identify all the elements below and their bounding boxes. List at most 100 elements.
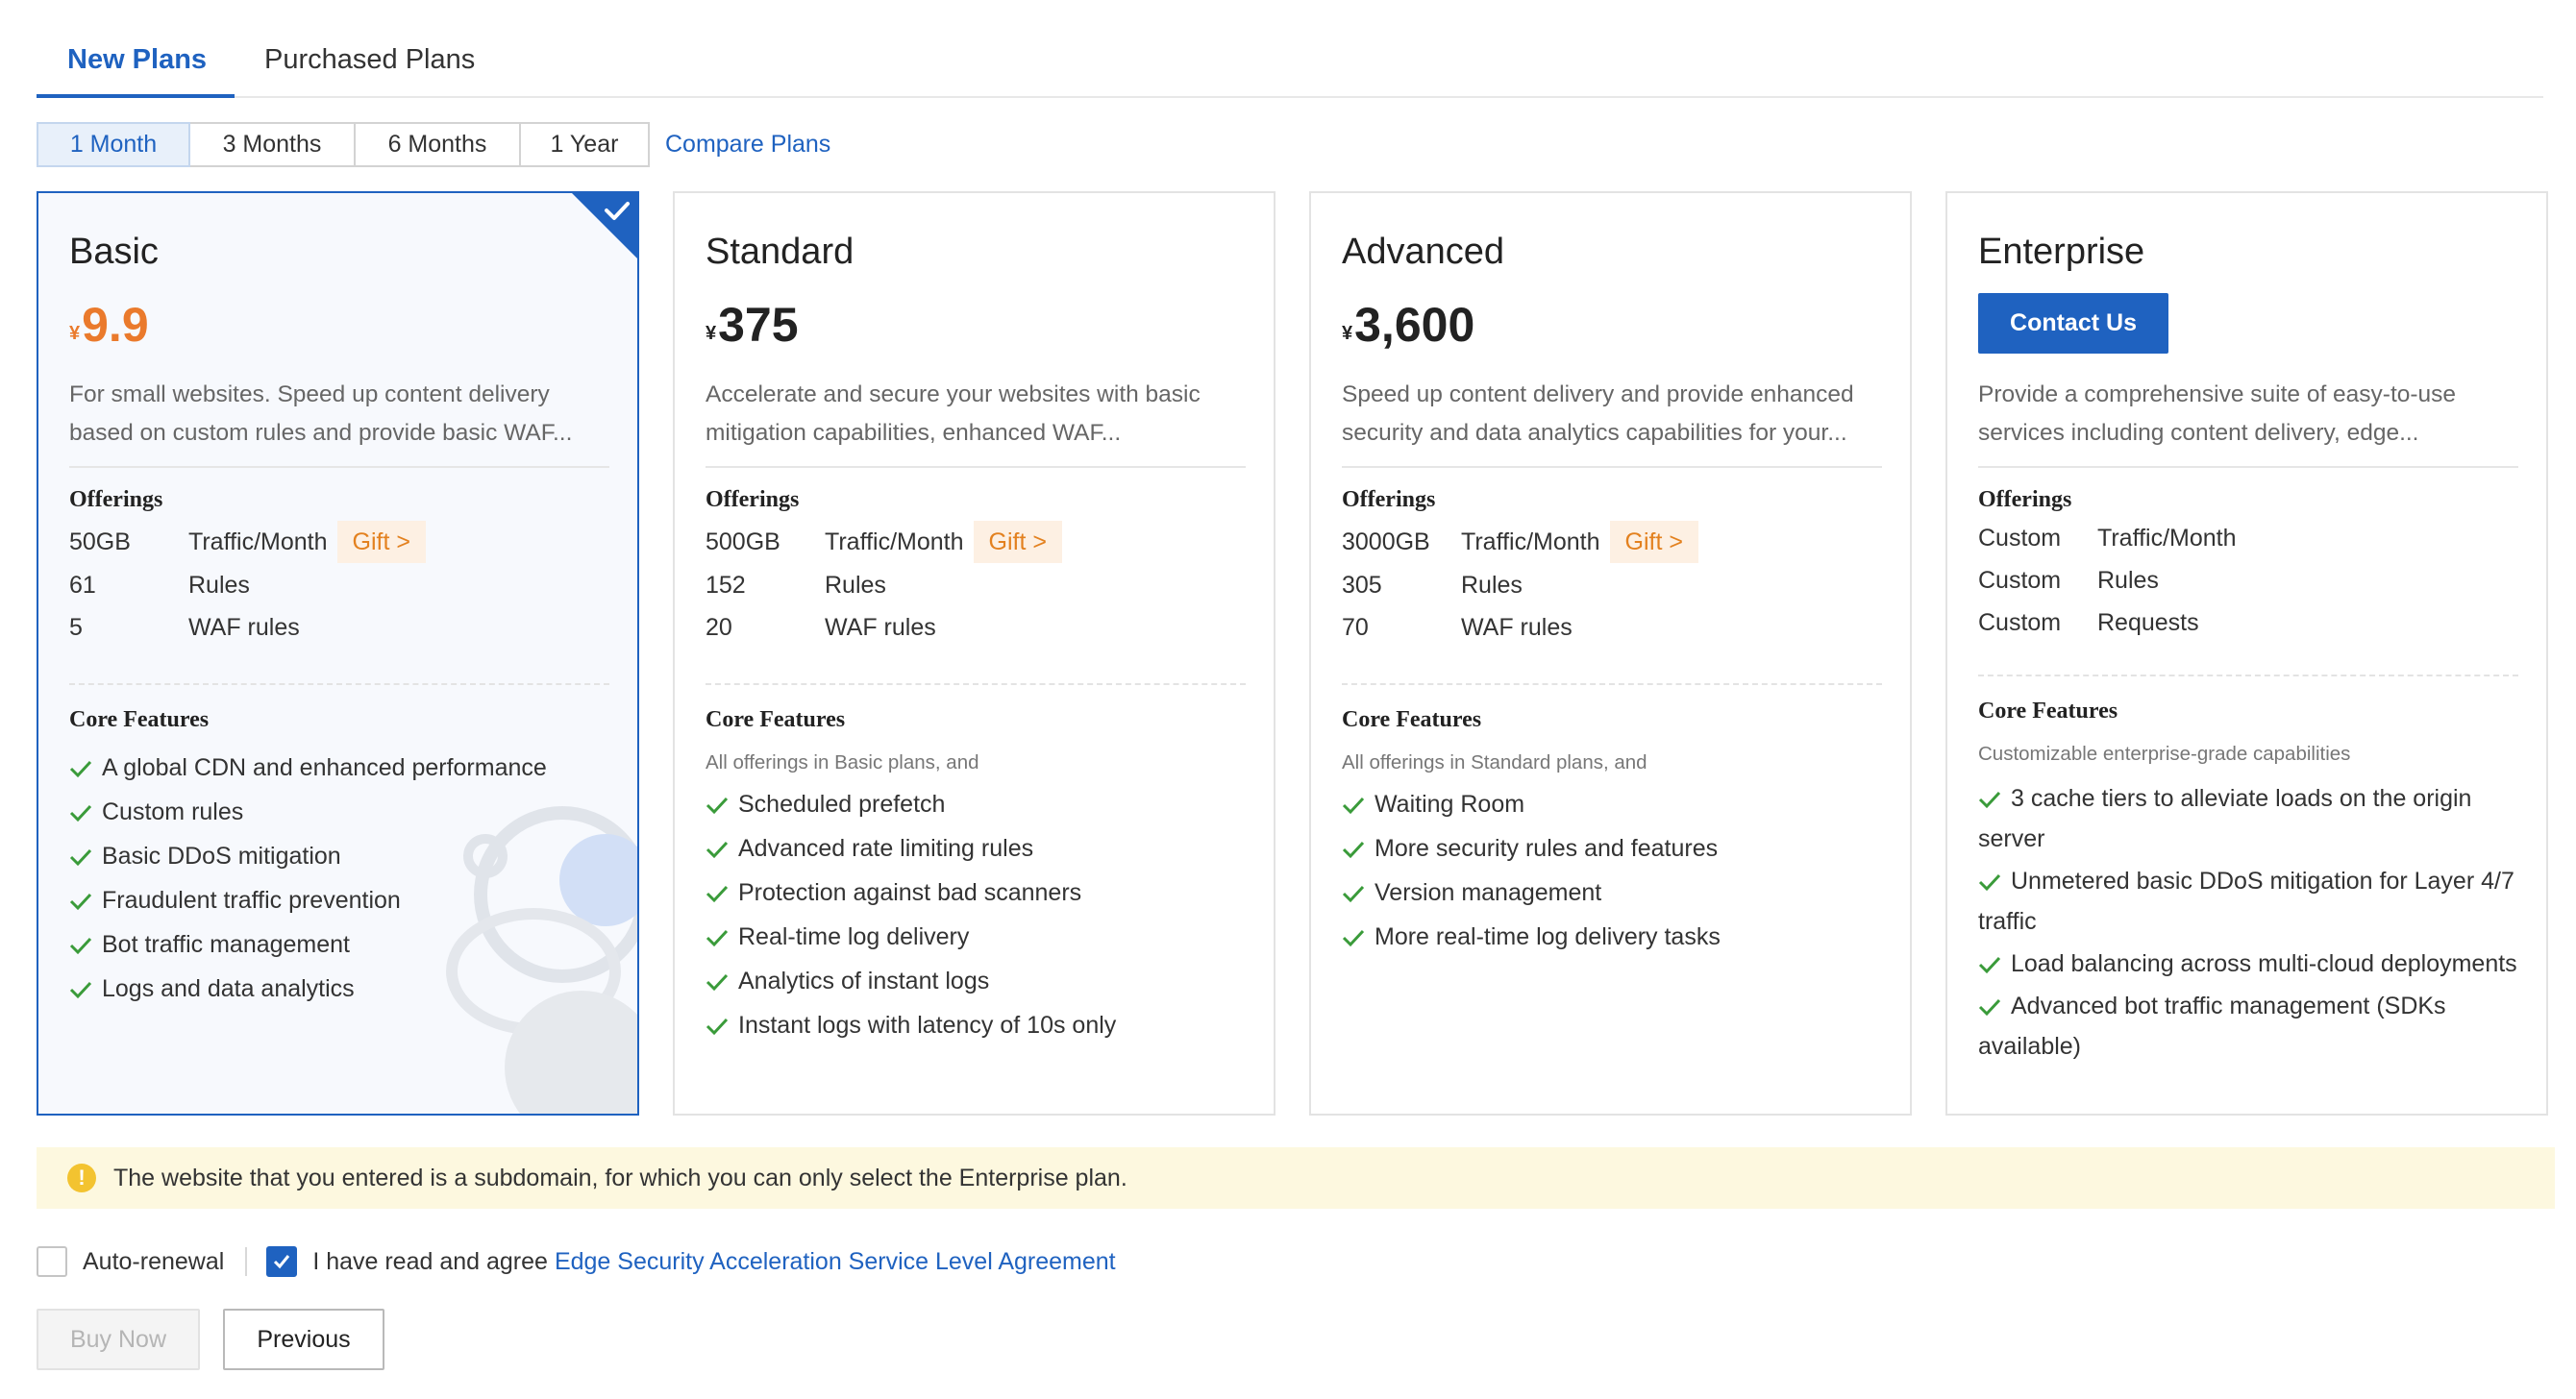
feature-item: 3 cache tiers to alleviate loads on the … [1978,785,2472,852]
checkmark-icon [1342,929,1365,947]
buy-now-button[interactable]: Buy Now [37,1309,200,1370]
offering-value: 305 [1342,571,1382,599]
offering-rules: 61 Rules [69,564,250,606]
period-1-month[interactable]: 1 Month [37,122,190,167]
offering-traffic: 50GB Traffic/Month Gift > [69,521,426,563]
offering-value: 50GB [69,528,131,555]
tab-purchased-plans[interactable]: Purchased Plans [264,44,475,76]
offering-label: WAF rules [188,613,300,641]
plan-name: Enterprise [1978,232,2145,272]
offering-label: Rules [2097,566,2159,594]
tab-new-plans[interactable]: New Plans [67,44,207,76]
offering-value: Custom [1978,608,2062,636]
price-amount: 375 [718,298,799,352]
features-note: All offerings in Basic plans, and [706,751,979,773]
description-line: Provide a comprehensive suite of easy-to… [1978,381,2457,407]
description-line: services including content delivery, edg… [1978,420,2419,446]
offering-label: WAF rules [1461,613,1573,641]
offerings-title: Offerings [1978,487,2072,512]
offering-value: 20 [706,613,732,641]
plan-name: Advanced [1342,232,1505,272]
offering-waf-rules: 70 WAF rules [1342,606,1573,649]
divider [1342,466,1882,468]
offering-label: Traffic/Month [825,528,964,555]
checkmark-icon [1978,998,2001,1017]
plan-description: Speed up content delivery and provide en… [1342,376,1882,453]
feature-item: More security rules and features [1342,826,1882,871]
price-amount: 9.9 [82,298,149,352]
notice-text: The website that you entered is a subdom… [113,1164,1127,1191]
period-1-year[interactable]: 1 Year [519,122,650,167]
auto-renewal-checkbox[interactable] [37,1246,67,1277]
feature-item: Real-time log delivery [706,915,1246,959]
offering-label: Rules [825,571,886,599]
description-line: Speed up content delivery and provide en… [1342,381,1854,407]
plan-price: ¥3,600 [1342,297,1474,353]
gift-button[interactable]: Gift > [336,521,426,563]
core-features-title: Core Features [1342,707,1482,732]
offering-value: 3000GB [1342,528,1430,555]
gift-button[interactable]: Gift > [1609,521,1698,563]
plan-name: Basic [69,232,159,272]
feature-item: Advanced rate limiting rules [706,826,1246,871]
feature-item: Waiting Room [1342,782,1882,826]
description-line: based on custom rules and provide basic … [69,420,573,446]
period-6-months[interactable]: 6 Months [354,122,521,167]
checkmark-icon [706,885,729,903]
offering-rules: 152 Rules [706,564,886,606]
feature-item: Bot traffic management [69,922,609,967]
previous-button[interactable]: Previous [223,1309,384,1370]
price-amount: 3,600 [1354,298,1475,352]
offering-rules: 305 Rules [1342,564,1523,606]
core-features-title: Core Features [1978,699,2118,724]
agree-checkbox[interactable] [266,1246,298,1277]
plan-selection-page: New Plans Purchased Plans 1 Month 3 Mont… [0,0,2576,1399]
offering-label: WAF rules [825,613,936,641]
checkmark-icon [706,973,729,992]
plan-card-advanced[interactable]: Advanced ¥3,600 Speed up content deliver… [1309,191,1912,1116]
contact-us-button[interactable]: Contact Us [1978,293,2168,354]
checkmark-icon [69,760,92,778]
sla-link[interactable]: Edge Security Acceleration Service Level… [555,1248,1116,1276]
plan-card-standard[interactable]: Standard ¥375 Accelerate and secure your… [673,191,1276,1116]
feature-item: Basic DDoS mitigation [69,834,609,878]
checkmark-icon [1342,797,1365,815]
offering-label: Traffic/Month [2097,524,2237,552]
plan-description: Accelerate and secure your websites with… [706,376,1246,453]
offering-traffic: 500GB Traffic/Month Gift > [706,521,1062,563]
dashed-divider [1342,683,1882,685]
divider [69,466,609,468]
plan-description: For small websites. Speed up content del… [69,376,609,453]
agree-text: I have read and agree [312,1247,548,1275]
feature-item: Fraudulent traffic prevention [69,878,609,922]
checkmark-icon [1978,956,2001,974]
offering-label: Rules [188,571,250,599]
description-line: For small websites. Speed up content del… [69,381,550,407]
tab-label: Purchased Plans [264,44,476,75]
offering-waf-rules: 5 WAF rules [69,606,300,649]
currency-symbol: ¥ [706,323,717,344]
offering-label: Traffic/Month [1461,528,1600,555]
offerings-title: Offerings [706,487,800,512]
agreement-row: Auto-renewal I have read and agree Edge … [37,1245,1116,1278]
compare-plans-link[interactable]: Compare Plans [665,131,830,159]
feature-item: Custom rules [69,790,609,834]
gift-button[interactable]: Gift > [973,521,1062,563]
auto-renewal-label: Auto-renewal [83,1247,225,1275]
core-features-title: Core Features [706,707,846,732]
plan-card-basic[interactable]: Basic ¥9.9 For small websites. Speed up … [37,191,639,1116]
plan-card-enterprise[interactable]: Enterprise Contact Us Provide a comprehe… [1945,191,2548,1116]
selected-corner-check-icon [572,193,637,258]
features-note: All offerings in Standard plans, and [1342,751,1647,773]
description-line: Accelerate and secure your websites with… [706,381,1201,407]
offerings-title: Offerings [1342,487,1436,512]
plan-price: ¥9.9 [69,297,149,353]
offering-value: 70 [1342,613,1369,641]
period-3-months[interactable]: 3 Months [188,122,356,167]
description-line: mitigation capabilities, enhanced WAF... [706,420,1122,446]
checkmark-icon [69,937,92,955]
checkmark-icon [69,981,92,999]
checkmark-icon [274,1255,290,1269]
feature-item: Protection against bad scanners [706,871,1246,915]
currency-symbol: ¥ [1342,323,1353,344]
